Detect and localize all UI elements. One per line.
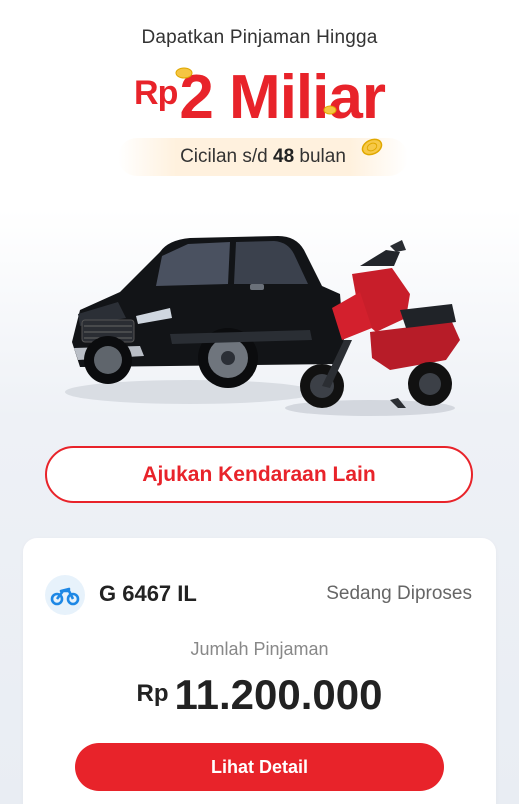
loan-currency: Rp (136, 680, 169, 707)
promo-headline: Rp2 Miliar (0, 62, 519, 133)
loan-amount: Rp 11.200.000 (23, 671, 496, 719)
promo-banner: Dapatkan Pinjaman Hingga Rp2 Miliar Cici… (0, 0, 519, 430)
installment-suffix: bulan (299, 146, 346, 167)
motorcycle-icon (45, 575, 85, 615)
vehicle-plate: G 6467 IL (99, 581, 197, 606)
loan-amount-value: 11.200.000 (174, 671, 383, 718)
coin-icon (323, 105, 337, 115)
loan-amount-label: Jumlah Pinjaman (190, 639, 329, 659)
installment-prefix: Cicilan s/d (180, 146, 268, 167)
promo-amount: 2 Miliar (179, 63, 386, 132)
loan-status-card: G 6467 IL Sedang Diproses Jumlah Pinjama… (23, 538, 496, 804)
coin-icon (361, 138, 383, 156)
apply-other-vehicle-button[interactable]: Ajukan Kendaraan Lain (45, 446, 473, 503)
status-badge: Sedang Diproses (326, 583, 472, 604)
vehicles-illustration (65, 236, 460, 416)
view-detail-button[interactable]: Lihat Detail (75, 743, 444, 791)
installment-months: 48 (273, 146, 295, 167)
promo-subtitle: Dapatkan Pinjaman Hingga (141, 27, 378, 48)
promo-currency: Rp (134, 74, 178, 112)
coin-icon (175, 67, 193, 79)
